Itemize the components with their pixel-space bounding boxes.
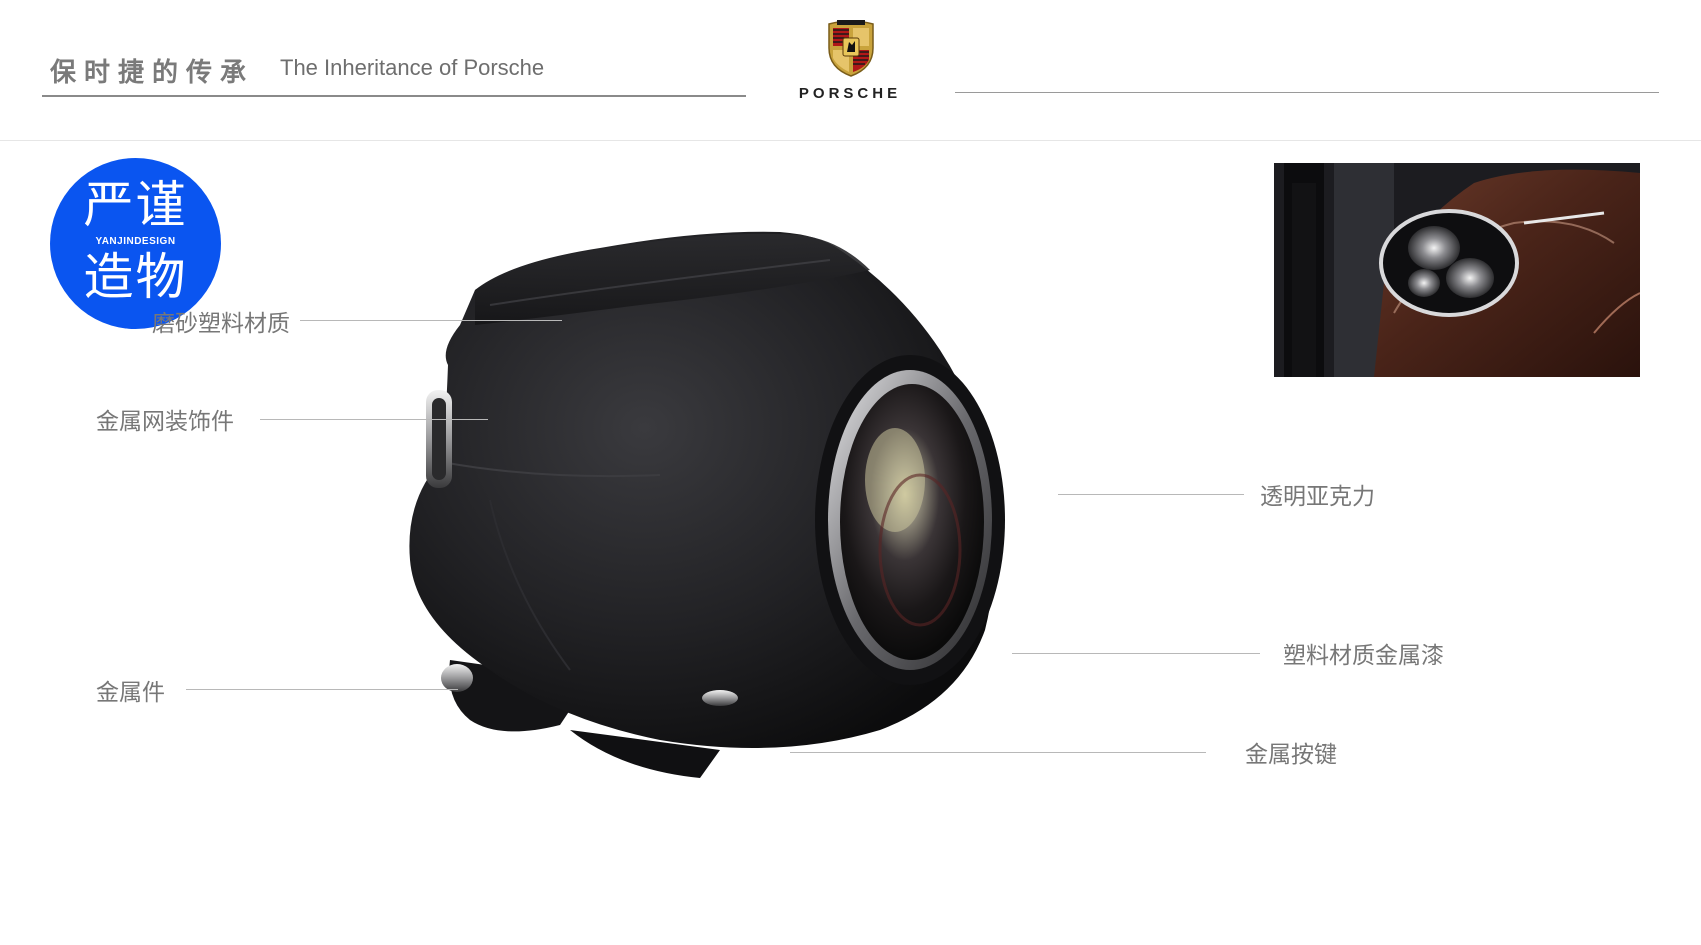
porsche-wordmark: PORSCHE [798, 85, 902, 102]
headlight-photo-art [1274, 163, 1640, 377]
camera-product-image [409, 231, 1005, 778]
callout-label: 透明亚克力 [1260, 484, 1375, 510]
callout-label: 金属按键 [1245, 742, 1337, 768]
leader-line [300, 320, 562, 321]
brand-badge-subtitle: YANJINDESIGN [95, 236, 176, 247]
page-title: 保时捷的传承 [50, 58, 255, 88]
porsche-headlight-photo [1274, 163, 1640, 377]
porsche-crest-icon [828, 20, 874, 77]
brand-badge-line2: 造物 [83, 248, 188, 306]
callout-label: 塑料材质金属漆 [1283, 643, 1444, 669]
header-divider [0, 140, 1701, 141]
callout-label: 磨砂塑料材质 [152, 311, 290, 337]
callout-label: 金属件 [96, 680, 165, 706]
leader-line [790, 752, 1206, 753]
leader-line [186, 689, 458, 690]
header-rule-right [955, 92, 1659, 93]
brand-badge-line1: 严谨 [83, 176, 188, 234]
callout-label: 金属网装饰件 [96, 409, 234, 435]
leader-line [1058, 494, 1244, 495]
header-rule-left [42, 95, 746, 97]
page-subtitle: The Inheritance of Porsche [280, 55, 545, 80]
leader-line [1012, 653, 1260, 654]
leader-line [260, 419, 488, 420]
